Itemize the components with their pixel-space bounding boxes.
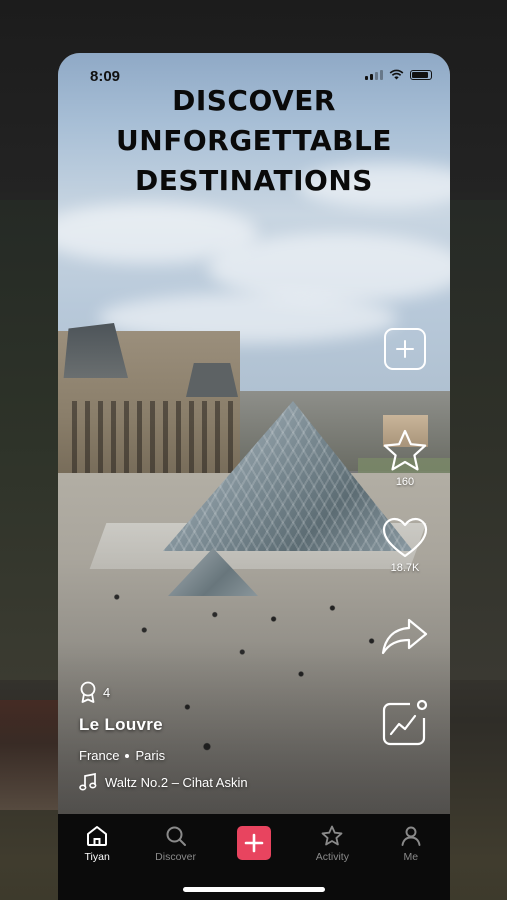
music-note-icon [79, 773, 97, 791]
separator-dot [125, 753, 130, 758]
tab-tiyan[interactable]: Tiyan [62, 824, 132, 863]
action-rail: 160 18.7K [378, 328, 432, 746]
like-button[interactable]: 18.7K [381, 516, 429, 574]
star-count: 160 [395, 476, 415, 488]
award-count: 4 [103, 684, 111, 700]
tab-label: Activity [315, 851, 349, 863]
plus-icon [244, 833, 264, 853]
star-icon [321, 825, 343, 846]
share-button[interactable] [380, 616, 430, 656]
country: France [79, 748, 120, 763]
home-icon [87, 826, 108, 846]
stats-button[interactable] [380, 698, 430, 746]
like-count: 18.7K [390, 562, 420, 574]
user-icon [401, 826, 421, 846]
background-building [0, 700, 58, 810]
award-row[interactable]: 4 [79, 681, 248, 703]
headline-line-2: UNFORGETTABLE [116, 124, 392, 157]
share-arrow-icon [381, 618, 428, 655]
trending-chart-icon [382, 699, 428, 746]
tab-create[interactable] [219, 824, 289, 863]
search-icon [166, 826, 186, 846]
create-button[interactable] [236, 826, 271, 860]
tab-bar: Tiyan Discover Activity Me [58, 814, 450, 900]
star-icon [383, 429, 427, 471]
tab-label: Discover [155, 851, 196, 863]
battery-icon [410, 69, 432, 80]
music-title: Waltz No.2 – Cihat Askin [105, 774, 248, 790]
location[interactable]: France Paris [79, 748, 248, 763]
background-trees-right [449, 200, 507, 680]
music-row[interactable]: Waltz No.2 – Cihat Askin [79, 773, 248, 791]
tab-me[interactable]: Me [376, 824, 446, 863]
tab-discover[interactable]: Discover [141, 824, 211, 863]
status-icons [365, 69, 432, 80]
place-name[interactable]: Le Louvre [79, 715, 248, 735]
home-indicator[interactable] [183, 887, 325, 892]
wifi-icon [389, 69, 404, 80]
signal-icon [365, 69, 383, 80]
city: Paris [135, 748, 166, 763]
headline-line-3: DESTINATIONS [135, 164, 373, 197]
favorite-button[interactable]: 160 [381, 428, 429, 488]
post-info: 4 Le Louvre France Paris Waltz No.2 – Ci… [79, 681, 248, 791]
headline: DISCOVER UNFORGETTABLE DESTINATIONS [58, 81, 450, 201]
phone-screen: 8:09 DISCOVER UNFORGETTABLE DESTINATIONS… [58, 53, 450, 900]
background-trees-left [0, 200, 58, 680]
plus-square-icon [384, 328, 426, 370]
headline-line-1: DISCOVER [172, 84, 336, 117]
tab-label: Tiyan [84, 851, 110, 863]
tab-activity[interactable]: Activity [297, 824, 367, 863]
award-icon [80, 681, 96, 703]
tab-label: Me [403, 851, 419, 863]
add-button[interactable] [384, 328, 426, 370]
heart-icon [382, 517, 428, 558]
